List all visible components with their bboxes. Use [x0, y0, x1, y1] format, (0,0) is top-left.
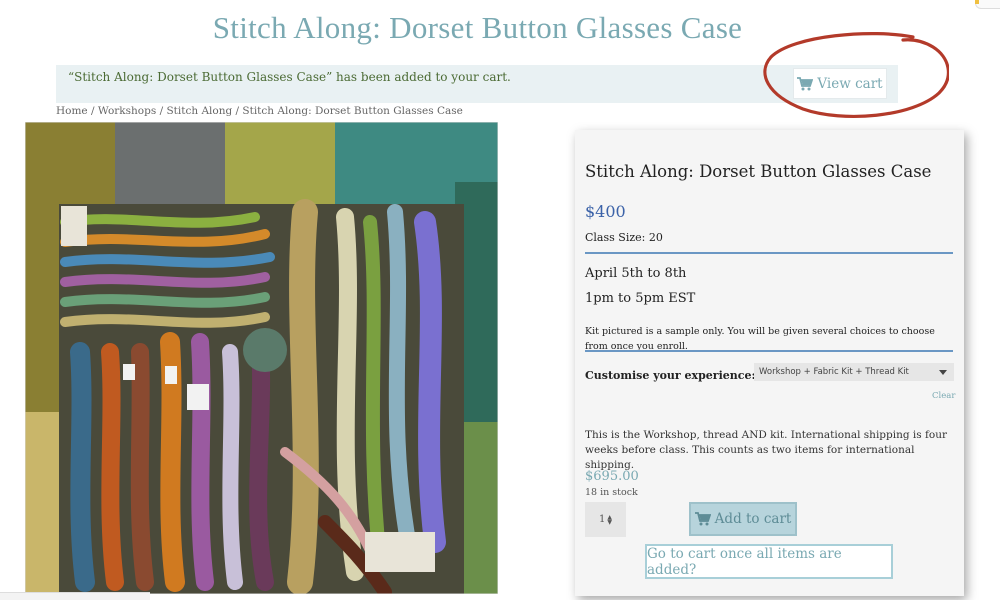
breadcrumb-separator: /	[156, 105, 167, 117]
class-dates: April 5th to 8th	[585, 266, 687, 281]
clear-link[interactable]: Clear	[932, 391, 955, 401]
customise-label: Customise your experience:	[585, 369, 756, 382]
variation-select[interactable]: Workshop + Fabric Kit + Thread Kit	[754, 363, 954, 381]
divider	[585, 252, 953, 254]
class-size: Class Size: 20	[585, 231, 663, 244]
breadcrumb-stitch-along[interactable]: Stitch Along	[166, 105, 232, 117]
browser-extension-marker	[975, 0, 979, 4]
breadcrumb-workshops[interactable]: Workshops	[98, 105, 156, 117]
go-to-cart-button[interactable]: Go to cart once all items are added?	[645, 544, 893, 579]
cart-icon	[797, 76, 814, 90]
view-cart-label: View cart	[817, 75, 883, 92]
breadcrumb-separator: /	[87, 105, 98, 117]
quantity-stepper[interactable]: 1 ▲ ▼	[585, 502, 626, 537]
browser-status-bar	[0, 592, 150, 600]
variation-description: This is the Workshop, thread AND kit. In…	[585, 429, 948, 471]
class-times: 1pm to 5pm EST	[585, 291, 696, 306]
cart-notice: “Stitch Along: Dorset Button Glasses Cas…	[56, 65, 898, 103]
add-to-cart-button[interactable]: Add to cart	[689, 502, 797, 536]
divider	[585, 350, 953, 352]
chevron-down-icon	[939, 370, 947, 375]
add-to-cart-label: Add to cart	[714, 511, 792, 527]
product-summary-panel: Stitch Along: Dorset Button Glasses Case…	[575, 130, 964, 596]
variation-select-value: Workshop + Fabric Kit + Thread Kit	[759, 367, 909, 377]
breadcrumb-separator: /	[232, 105, 243, 117]
product-title: Stitch Along: Dorset Button Glasses Case	[585, 162, 932, 181]
go-to-cart-label: Go to cart once all items are added?	[647, 545, 842, 578]
quantity-value: 1	[599, 514, 606, 525]
breadcrumb: Home / Workshops / Stitch Along / Stitch…	[56, 105, 463, 117]
page-title: Stitch Along: Dorset Button Glasses Case	[212, 10, 743, 45]
product-image[interactable]	[25, 122, 498, 594]
breadcrumb-current: Stitch Along: Dorset Button Glasses Case	[242, 105, 463, 117]
variation-price: $695.00	[585, 469, 639, 484]
thread-skeins-photo	[25, 122, 498, 594]
breadcrumb-home[interactable]: Home	[56, 105, 88, 117]
spinner-arrows-icon[interactable]: ▲ ▼	[607, 514, 612, 525]
stock-status: 18 in stock	[585, 487, 638, 498]
cart-notice-message: “Stitch Along: Dorset Button Glasses Cas…	[68, 70, 511, 84]
product-price: $400	[585, 202, 626, 221]
cart-icon	[694, 512, 711, 526]
view-cart-button[interactable]: View cart	[793, 68, 887, 99]
